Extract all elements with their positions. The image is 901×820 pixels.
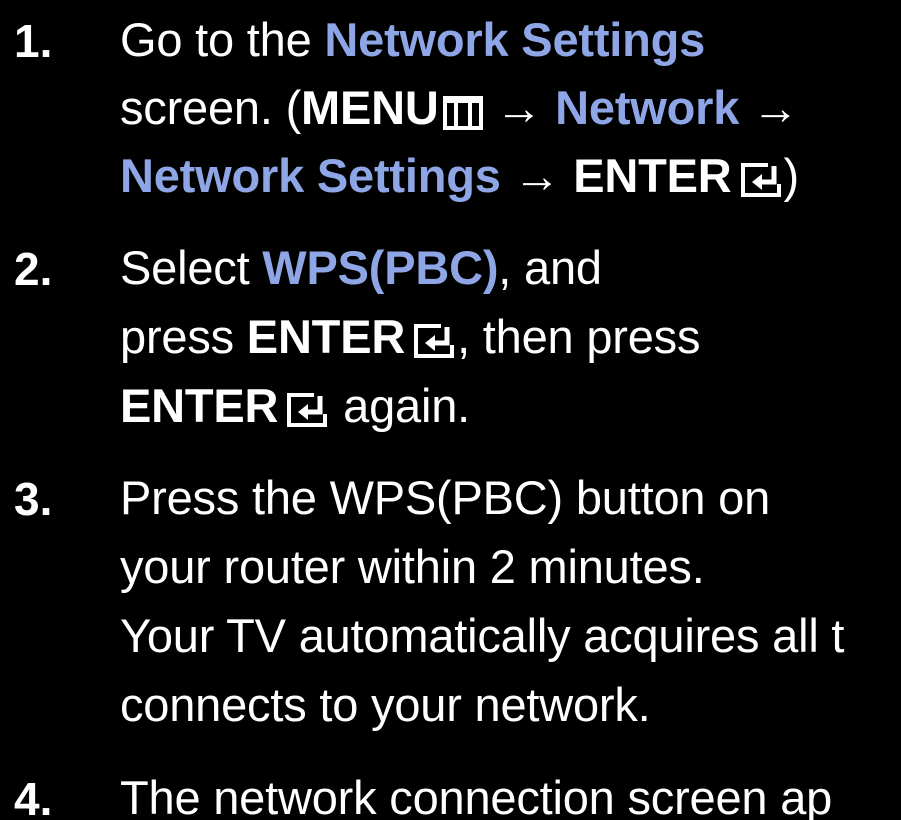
step-2-line-1: Select WPS(PBC), and [120,244,602,291]
arrow: → [500,149,574,202]
step-text: Go to the [120,13,325,66]
enter-key-label: ENTER [120,379,279,432]
step-text: , and [498,241,602,294]
network-label: Network [555,81,740,134]
step-2-line-2: press ENTER , then press [120,313,700,360]
menu-grid-icon [442,96,483,130]
step-number: 1. [14,15,53,67]
step-3-line-3: Your TV automatically acquires all t [120,609,845,662]
step-text: Select [120,241,263,294]
arrow: → [739,81,799,134]
enter-key-label: ENTER [246,310,406,363]
step-3-line-4: connects to your network. [120,678,651,731]
step-text: screen. ( [120,81,302,134]
network-settings-label: Network Settings [120,149,501,202]
enter-key-icon [738,162,784,198]
step-4-line-1: The network connection screen ap [120,771,833,820]
step-1-line-2: screen. (MENU → Network → [120,84,799,131]
network-settings-label: Network Settings [324,13,706,66]
step-1-line-1: Go to the Network Settings [120,16,705,63]
step-number: 2. [14,243,53,295]
step-3-line-1: Press the WPS(PBC) button on [120,471,771,524]
step-text: press [120,310,247,363]
step-text: ) [783,149,800,202]
step-number: 3. [14,473,53,525]
enter-key-icon [284,392,330,428]
step-number: 4. [14,773,53,820]
step-2-line-3: ENTER again. [120,382,470,429]
enter-key-icon [411,323,457,359]
menu-key-label: MENU [301,81,439,134]
wps-pbc-label: WPS(PBC) [262,241,499,294]
step-text: again. [330,379,471,432]
enter-key-label: ENTER [573,149,732,202]
step-1-line-3: Network Settings → ENTER ) [120,152,799,199]
step-text: , then press [457,310,701,363]
step-3-line-2: your router within 2 minutes. [120,540,705,593]
arrow: → [482,81,556,134]
